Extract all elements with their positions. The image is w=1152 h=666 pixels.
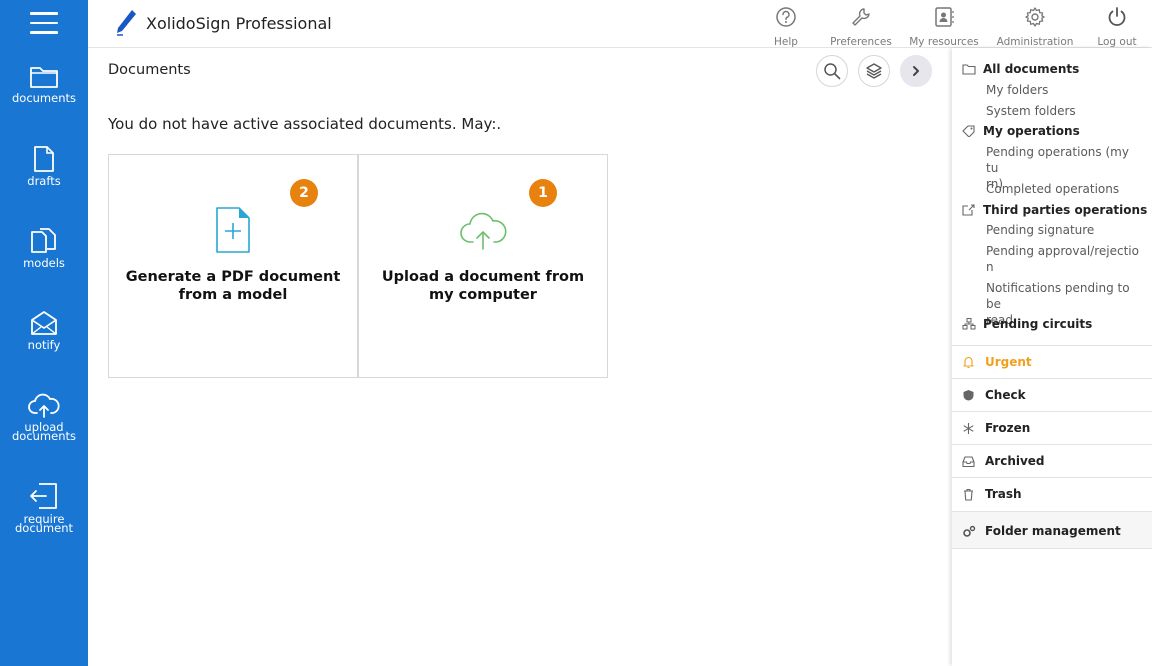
power-icon (1108, 7, 1126, 26)
top-header: XolidoSign Professional Help Preferences… (88, 0, 1152, 48)
envelope-icon (31, 311, 57, 335)
sidebar-item-models[interactable]: models (0, 227, 88, 270)
folder-system-folders[interactable]: System folders (952, 103, 1152, 119)
new-pdf-icon (216, 207, 250, 253)
external-link-icon (962, 204, 975, 216)
chevron-right-icon (913, 66, 919, 76)
sidebar-item-label: document (14, 521, 74, 535)
layers-icon (866, 63, 882, 79)
sidebar-item-upload-documents[interactable]: upload documents (0, 391, 88, 443)
sidebar-item-label: documents (11, 91, 76, 105)
step-badge: 2 (290, 179, 318, 207)
my-resources-button[interactable]: My resources (906, 6, 982, 49)
folder-completed-operations[interactable]: Completed operations (952, 181, 1152, 197)
folder-trash[interactable]: Trash (952, 477, 1152, 510)
help-button[interactable]: Help (763, 6, 809, 49)
folder-urgent[interactable]: Urgent (952, 345, 1152, 378)
folder-frozen[interactable]: Frozen (952, 411, 1152, 444)
bell-icon (963, 356, 974, 369)
card-title-line: my computer (429, 287, 537, 303)
folder-pending-approval[interactable]: Pending approval/rejectio n (952, 243, 1152, 275)
trash-icon (964, 488, 973, 501)
pen-icon (117, 10, 136, 36)
step-badge: 1 (529, 179, 557, 207)
search-button[interactable] (816, 55, 848, 87)
page-title: Documents (108, 62, 191, 78)
sign-in-icon (30, 483, 57, 509)
left-sidebar: documents drafts models notify upload do… (0, 0, 88, 666)
snowflake-icon (963, 423, 974, 434)
contacts-icon (935, 7, 954, 27)
sidebar-item-label: drafts (27, 174, 61, 188)
help-icon (776, 7, 796, 27)
folder-third-parties-operations[interactable]: Third parties operations (952, 203, 1152, 217)
folder-management[interactable]: Folder management (952, 511, 1152, 549)
card-title-line: from a model (178, 287, 288, 303)
preferences-label: Preferences (830, 36, 892, 48)
folder-check[interactable]: Check (952, 378, 1152, 411)
menu-toggle-button[interactable] (30, 12, 58, 34)
shield-check-icon (963, 390, 974, 401)
help-label: Help (774, 36, 798, 48)
sitemap-icon (962, 318, 976, 330)
log-out-label: Log out (1097, 36, 1137, 48)
folders-panel: All documents My folders System folders … (952, 48, 1152, 666)
toggle-panel-button[interactable] (900, 55, 932, 87)
folder-icon (30, 67, 58, 88)
administration-button[interactable]: Administration (994, 6, 1076, 49)
app-title: XolidoSign Professional (146, 14, 332, 33)
card-title-line: Generate a PDF document (125, 269, 341, 285)
preferences-button[interactable]: Preferences (826, 6, 896, 49)
cloud-upload-icon (28, 393, 60, 418)
gears-icon (963, 525, 976, 537)
tag-icon (962, 125, 975, 137)
layers-button[interactable] (858, 55, 890, 87)
folder-all-documents[interactable]: All documents (952, 62, 1152, 76)
folder-pending-signature[interactable]: Pending signature (952, 222, 1152, 238)
folder-archived[interactable]: Archived (952, 444, 1152, 477)
sidebar-item-label: notify (27, 338, 61, 352)
sidebar-item-label: models (23, 256, 65, 270)
folder-my-folders[interactable]: My folders (952, 82, 1152, 98)
empty-state-message: You do not have active associated docume… (108, 115, 502, 133)
card-title-line: Upload a document from (381, 269, 585, 285)
my-resources-label: My resources (909, 36, 979, 48)
cloud-upload-icon (460, 212, 507, 250)
sidebar-item-notify[interactable]: notify (0, 309, 88, 352)
copy-files-icon (31, 228, 56, 253)
file-icon (34, 146, 54, 172)
sidebar-item-label: documents (11, 429, 76, 443)
sidebar-item-documents[interactable]: documents (0, 64, 88, 105)
gear-icon (1025, 7, 1045, 27)
log-out-button[interactable]: Log out (1094, 6, 1140, 49)
generate-pdf-card[interactable]: 2 Generate a PDF document from a model (108, 154, 358, 378)
search-icon (824, 63, 841, 80)
administration-label: Administration (996, 36, 1074, 48)
inbox-icon (962, 456, 975, 468)
folder-my-operations[interactable]: My operations (952, 124, 1152, 138)
folder-pending-circuits[interactable]: Pending circuits (952, 317, 1152, 331)
wrench-icon (852, 8, 870, 26)
sidebar-item-drafts[interactable]: drafts (0, 145, 88, 188)
upload-document-card[interactable]: 1 Upload a document from my computer (358, 154, 608, 378)
sidebar-item-require-document[interactable]: require document (0, 481, 88, 535)
folder-icon (962, 64, 976, 75)
